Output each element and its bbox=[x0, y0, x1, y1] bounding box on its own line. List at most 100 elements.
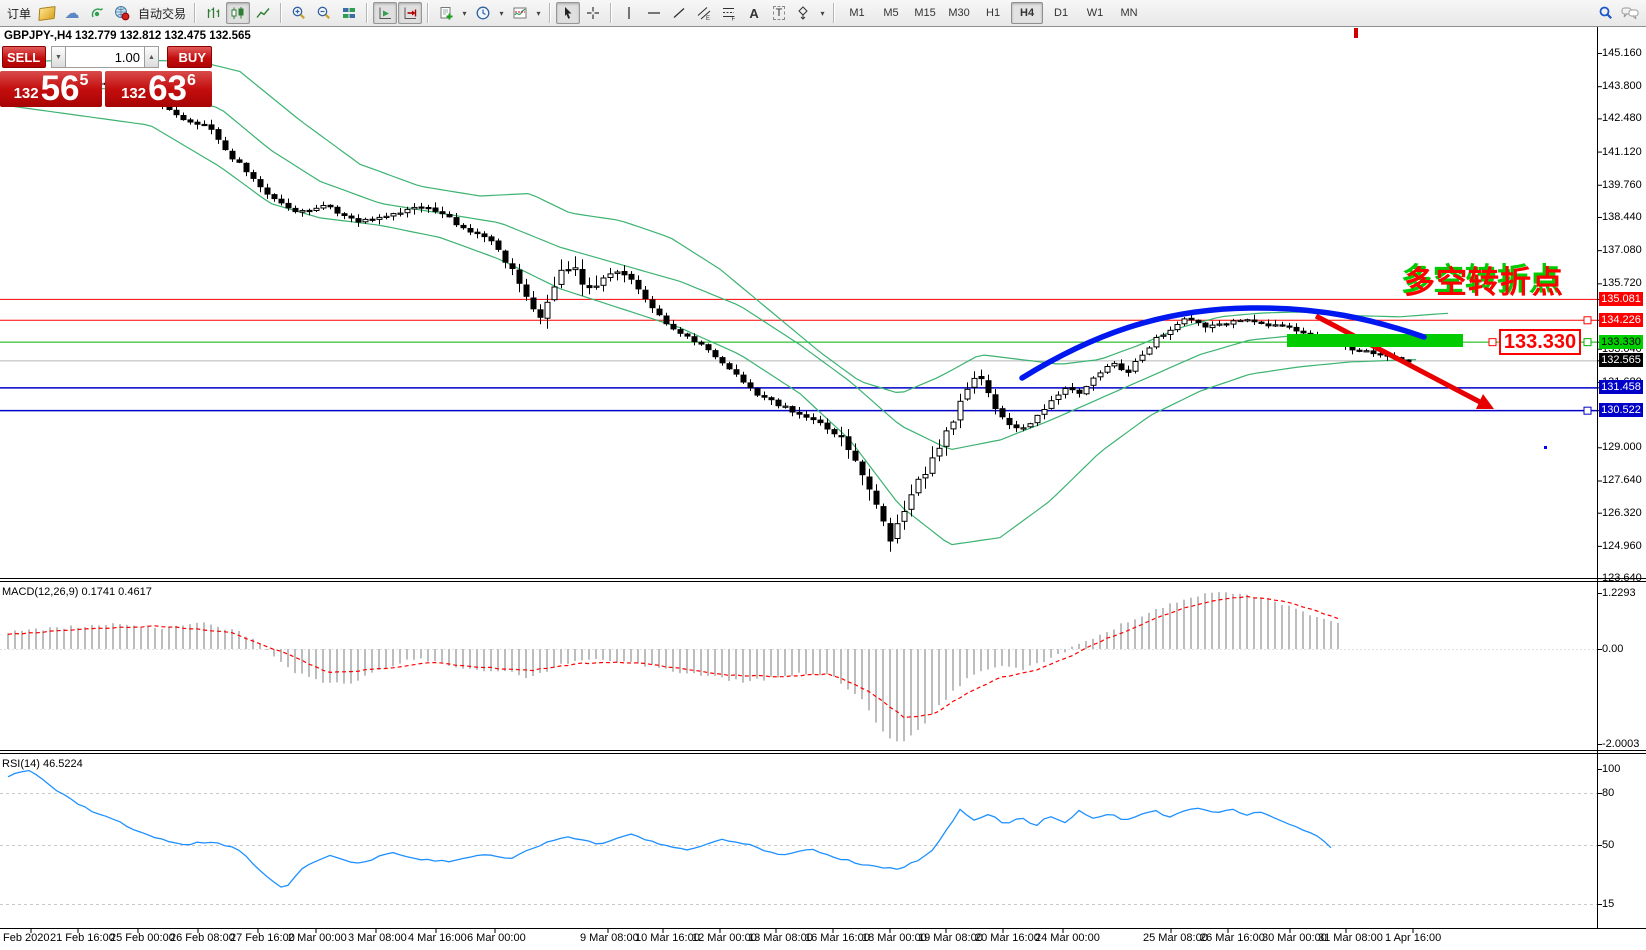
blue-arc-curve[interactable] bbox=[1022, 308, 1424, 378]
candle-body bbox=[1161, 335, 1166, 336]
shapes-dropdown-caret[interactable]: ▾ bbox=[817, 9, 828, 18]
signals-icon[interactable] bbox=[85, 2, 109, 24]
time-axis-label: 26 Mar 16:00 bbox=[1200, 932, 1265, 944]
time-axis-label: 9 Mar 08:00 bbox=[580, 932, 639, 944]
buy-price-tile[interactable]: 132 63 6 bbox=[105, 71, 212, 107]
turning-point-annotation[interactable]: 多空转折点 bbox=[1404, 257, 1564, 302]
candle-body bbox=[1098, 373, 1103, 377]
candle-body bbox=[244, 163, 249, 171]
indicators-icon[interactable] bbox=[508, 2, 532, 24]
period-dropdown-caret[interactable]: ▾ bbox=[496, 9, 507, 18]
crosshair-tool-icon[interactable] bbox=[581, 2, 605, 24]
candle-body bbox=[937, 448, 942, 456]
volume-decrease-button[interactable]: ▼ bbox=[51, 46, 66, 68]
price-callout-box[interactable]: 133.330 bbox=[1499, 329, 1581, 355]
shapes-tool-icon[interactable] bbox=[792, 2, 816, 24]
candle-body bbox=[909, 495, 914, 510]
sell-button[interactable]: SELL bbox=[2, 46, 46, 68]
candle-body bbox=[433, 208, 438, 211]
price-tick-label: 127.640 bbox=[1602, 474, 1642, 487]
price-tick-label: 139.760 bbox=[1602, 179, 1642, 192]
time-axis-label: 16 Mar 16:00 bbox=[805, 932, 870, 944]
label-tool-glyph: T bbox=[773, 6, 786, 20]
candle-body bbox=[1392, 356, 1397, 357]
text-tool-icon[interactable]: A bbox=[742, 2, 766, 24]
candle-body bbox=[1049, 401, 1054, 409]
candle-body bbox=[1021, 428, 1026, 429]
bar-chart-icon[interactable] bbox=[201, 2, 225, 24]
news-icon[interactable]: ☁ bbox=[60, 2, 84, 24]
buy-button[interactable]: BUY bbox=[167, 46, 212, 68]
line-anchor-square[interactable] bbox=[1584, 339, 1591, 346]
timeframe-M5[interactable]: M5 bbox=[875, 2, 907, 24]
channel-tool-icon[interactable]: E bbox=[692, 2, 716, 24]
green-support-bar[interactable] bbox=[1287, 334, 1463, 347]
toolbar-separator bbox=[427, 3, 429, 23]
fibonacci-tool-icon[interactable]: F bbox=[717, 2, 741, 24]
volume-input[interactable] bbox=[66, 46, 144, 68]
candle-body bbox=[1231, 321, 1236, 324]
candle-body bbox=[881, 507, 886, 521]
autotrade-button[interactable]: 自动交易 bbox=[135, 5, 189, 22]
timeframe-D1[interactable]: D1 bbox=[1045, 2, 1077, 24]
candle-body bbox=[657, 309, 662, 315]
chart-shift-marker[interactable] bbox=[1354, 28, 1358, 38]
label-tool-icon[interactable]: T bbox=[767, 2, 791, 24]
new-order-dropdown-caret[interactable]: ▾ bbox=[459, 9, 470, 18]
auto-scroll-icon[interactable] bbox=[373, 2, 397, 24]
timeframe-M30[interactable]: M30 bbox=[943, 2, 975, 24]
line-anchor-square[interactable] bbox=[1489, 339, 1496, 346]
candle-body bbox=[216, 130, 221, 140]
vertical-line-tool-icon[interactable] bbox=[617, 2, 641, 24]
zoom-in-icon[interactable] bbox=[287, 2, 311, 24]
candle-body bbox=[1014, 425, 1019, 428]
timeframe-M15[interactable]: M15 bbox=[909, 2, 941, 24]
candle-body bbox=[1280, 325, 1285, 326]
candle-body bbox=[559, 270, 564, 284]
candle-body bbox=[1154, 338, 1159, 347]
trendline-tool-icon[interactable] bbox=[667, 2, 691, 24]
horizontal-line-tool-icon[interactable] bbox=[642, 2, 666, 24]
red-down-arrow[interactable] bbox=[1316, 316, 1480, 402]
timeframe-M1[interactable]: M1 bbox=[841, 2, 873, 24]
macd-signal-line bbox=[8, 596, 1338, 717]
sell-price-tile[interactable]: 132 56 5 bbox=[0, 71, 102, 107]
line-anchor-square[interactable] bbox=[1584, 407, 1591, 414]
timeframe-H1[interactable]: H1 bbox=[977, 2, 1009, 24]
timeframe-MN[interactable]: MN bbox=[1113, 2, 1145, 24]
candle-body bbox=[412, 207, 417, 209]
tile-windows-icon[interactable] bbox=[337, 2, 361, 24]
candle-body bbox=[1294, 327, 1299, 331]
chart-shift-icon[interactable] bbox=[398, 2, 422, 24]
journal-icon[interactable] bbox=[35, 2, 59, 24]
time-axis-label: 27 Feb 16:00 bbox=[230, 932, 295, 944]
candle-body bbox=[916, 479, 921, 493]
search-icon[interactable] bbox=[1594, 2, 1618, 24]
candle-body bbox=[538, 310, 543, 318]
zoom-out-icon[interactable] bbox=[312, 2, 336, 24]
candle-body bbox=[370, 219, 375, 220]
candle-body bbox=[972, 378, 977, 387]
line-anchor-square[interactable] bbox=[1584, 317, 1591, 324]
candle-body bbox=[1035, 415, 1040, 422]
toolbar-separator bbox=[366, 3, 368, 23]
chart-canvas[interactable] bbox=[0, 0, 1646, 950]
timeframe-W1[interactable]: W1 bbox=[1079, 2, 1111, 24]
autotrade-icon[interactable] bbox=[110, 2, 134, 24]
candle-body bbox=[706, 345, 711, 350]
candlestick-chart-icon[interactable] bbox=[226, 2, 250, 24]
toolbar-separator bbox=[610, 3, 612, 23]
candle-body bbox=[930, 458, 935, 473]
orders-button[interactable]: 订单 bbox=[4, 5, 34, 22]
new-order-icon[interactable] bbox=[434, 2, 458, 24]
timeframe-H4[interactable]: H4 bbox=[1011, 2, 1043, 24]
cursor-tool-icon[interactable] bbox=[556, 2, 580, 24]
line-chart-icon[interactable] bbox=[251, 2, 275, 24]
period-clock-icon[interactable] bbox=[471, 2, 495, 24]
chat-icon[interactable] bbox=[1618, 2, 1642, 24]
indicators-dropdown-caret[interactable]: ▾ bbox=[533, 9, 544, 18]
time-axis-label: 2 Mar 00:00 bbox=[288, 932, 347, 944]
svg-text:E: E bbox=[706, 16, 710, 21]
volume-increase-button[interactable]: ▲ bbox=[144, 46, 159, 68]
candle-body bbox=[825, 423, 830, 429]
